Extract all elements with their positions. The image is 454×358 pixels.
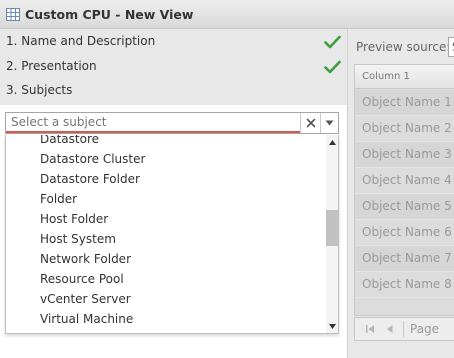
pager-divider: [403, 321, 404, 337]
list-item[interactable]: Host System: [40, 229, 116, 249]
table-row: Object Name 3: [355, 142, 454, 168]
grid-view-icon: [6, 7, 20, 21]
table-row: Object Name 2: [355, 116, 454, 142]
wizard-step-subjects[interactable]: 3. Subjects: [6, 78, 72, 102]
table-row: Object Name 5: [355, 194, 454, 220]
list-item[interactable]: Virtual Machine: [40, 309, 133, 329]
scrollbar-thumb[interactable]: [326, 210, 338, 246]
wizard-step-label: 2. Presentation: [6, 59, 97, 73]
page-label: Page: [410, 322, 440, 336]
list-item[interactable]: Datastore Folder: [40, 169, 140, 189]
preview-panel: Preview source: S Column 1 Object Name 1…: [347, 29, 454, 358]
wizard-step-presentation[interactable]: 2. Presentation: [6, 54, 97, 78]
list-item[interactable]: Network Folder: [40, 249, 131, 269]
grid-pager: Page: [354, 317, 454, 341]
preview-source-select[interactable]: S: [448, 37, 454, 57]
wizard-step-label: 1. Name and Description: [6, 34, 156, 48]
list-item[interactable]: Folder: [40, 189, 77, 209]
list-item[interactable]: Datastore Cluster: [40, 149, 145, 169]
scroll-up-button[interactable]: [326, 136, 338, 148]
wizard-step-label: 3. Subjects: [6, 83, 73, 97]
column-header[interactable]: Column 1: [355, 65, 454, 89]
chevron-down-icon: [325, 120, 334, 126]
table-row: Object Name 6: [355, 220, 454, 246]
window-title: Custom CPU - New View: [25, 6, 194, 22]
check-icon: [324, 35, 341, 49]
wizard-steps: 1. Name and Description 2. Presentation …: [0, 29, 347, 105]
list-item[interactable]: Datastore: [40, 135, 99, 149]
prev-page-button[interactable]: [383, 322, 397, 336]
prev-page-icon: [387, 325, 393, 333]
scroll-down-button[interactable]: [326, 320, 338, 332]
check-icon: [324, 60, 341, 74]
table-row: Object Name 7: [355, 246, 454, 272]
subject-input[interactable]: [6, 113, 300, 133]
wizard-step-name-description[interactable]: 1. Name and Description: [6, 29, 155, 53]
clear-button[interactable]: [300, 113, 320, 133]
window-titlebar: Custom CPU - New View: [0, 0, 454, 29]
close-icon: [306, 118, 315, 128]
preview-source-label: Preview source:: [356, 40, 451, 54]
list-item[interactable]: Host Folder: [40, 209, 108, 229]
triangle-down-icon: [329, 323, 336, 329]
triangle-up-icon: [329, 139, 336, 145]
preview-grid: Column 1 Object Name 1 Object Name 2 Obj…: [354, 64, 454, 316]
list-item[interactable]: Resource Pool: [40, 269, 124, 289]
table-row: Object Name 4: [355, 168, 454, 194]
table-row: Object Name 8: [355, 272, 454, 298]
subject-dropdown-list[interactable]: Datastore Datastore Cluster Datastore Fo…: [5, 135, 339, 334]
dropdown-toggle-button[interactable]: [320, 113, 338, 133]
dropdown-scrollbar[interactable]: [326, 135, 338, 333]
first-page-button[interactable]: [363, 322, 377, 336]
table-row: Object Name 1: [355, 90, 454, 116]
subject-combobox[interactable]: [5, 112, 339, 134]
first-page-icon: [366, 325, 374, 333]
list-item[interactable]: vCenter Server: [40, 289, 131, 309]
